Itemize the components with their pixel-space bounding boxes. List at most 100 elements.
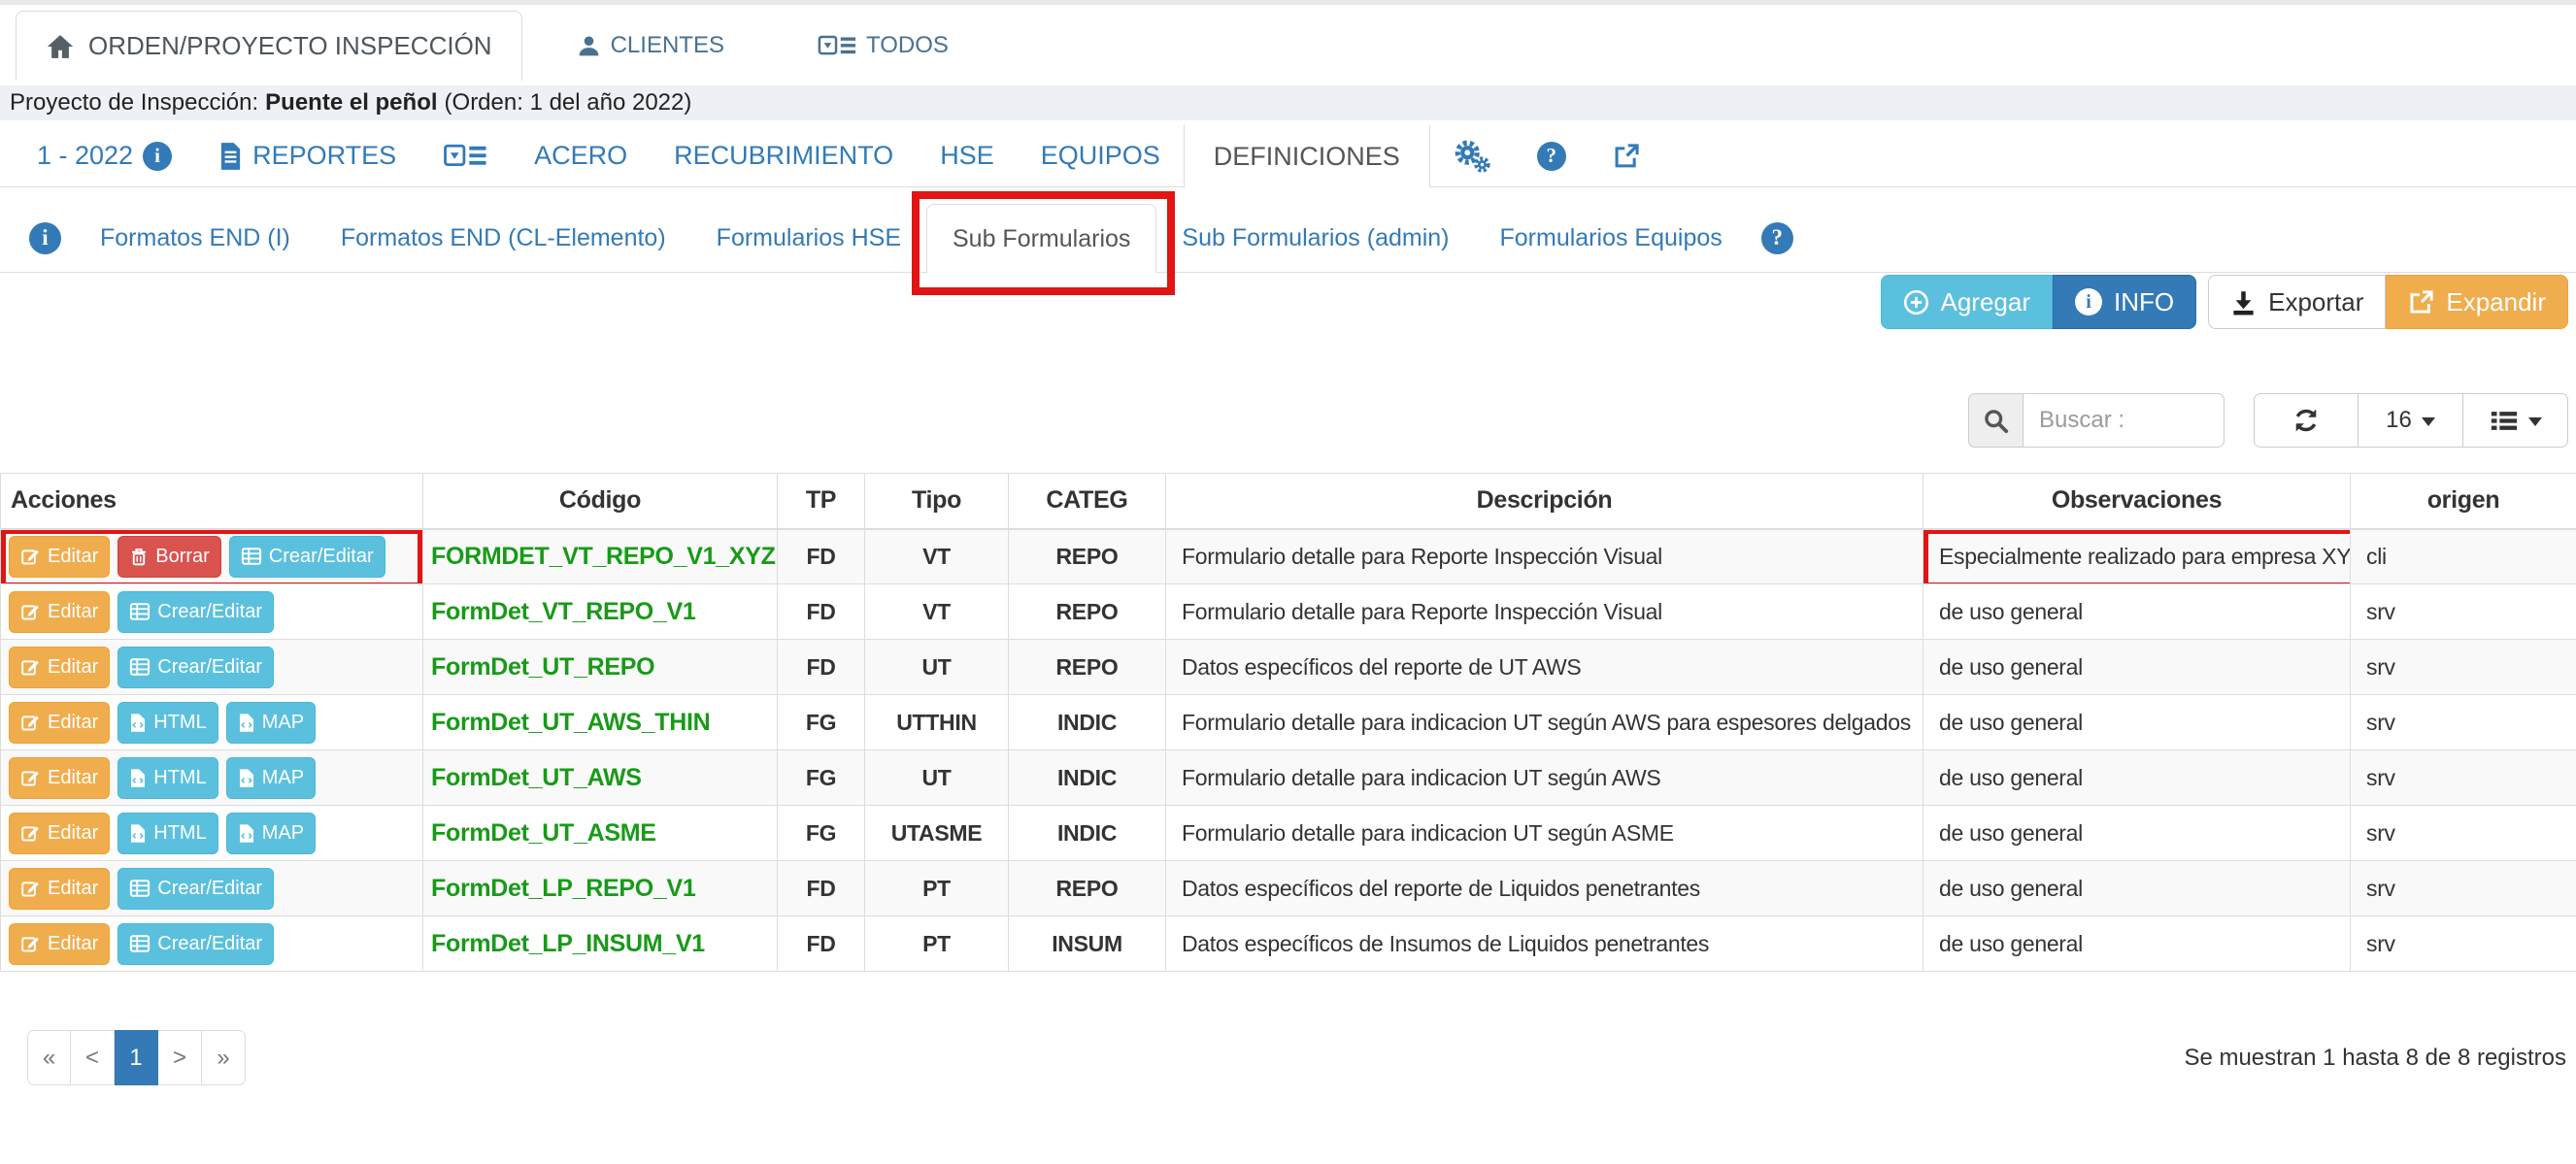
cell-categ: INDIC <box>1009 750 1166 806</box>
cell-tipo: VT <box>865 529 1009 584</box>
nav-external[interactable] <box>1589 125 1663 186</box>
editar-button[interactable]: Editar <box>9 757 110 799</box>
cell-tipo: UTASME <box>865 806 1009 861</box>
page-first-button[interactable]: « <box>27 1030 71 1085</box>
cell-origen: srv <box>2351 916 2576 972</box>
col-header-categ[interactable]: CATEG <box>1009 474 1166 529</box>
nav-acero-label: ACERO <box>534 141 627 171</box>
cell-observaciones: Especialmente realizado para empresa XYZ <box>1924 529 2351 584</box>
cell-origen: srv <box>2351 695 2576 750</box>
editar-button[interactable]: Editar <box>9 868 110 910</box>
cell-categ: INSUM <box>1009 916 1166 972</box>
nav-recubrimiento[interactable]: RECUBRIMIENTO <box>651 125 917 186</box>
app-tab-bar: ORDEN/PROYECTO INSPECCIÓN CLIENTES TODOS <box>0 5 2576 81</box>
editar-button[interactable]: Editar <box>9 591 110 633</box>
question-circle-icon[interactable]: ? <box>1761 222 1793 254</box>
agregar-button[interactable]: Agregar <box>1881 275 2054 329</box>
cell-tipo: UT <box>865 750 1009 806</box>
subnav-formularios-equipos[interactable]: Formularios Equipos <box>1475 224 1748 252</box>
refresh-button[interactable] <box>2254 393 2359 448</box>
info-circle-icon[interactable]: i <box>29 222 61 254</box>
col-header-acciones[interactable]: Acciones <box>1 474 423 529</box>
cell-categ: REPO <box>1009 861 1166 916</box>
cell-descripcion: Datos específicos del reporte de Liquido… <box>1166 861 1924 916</box>
search-input[interactable] <box>2023 393 2225 448</box>
nav-checklist[interactable] <box>419 125 511 186</box>
table-row: EditarHTMLMAP FormDet_UT_AWS FG UT INDIC… <box>1 750 2576 806</box>
nav-recubrimiento-label: RECUBRIMIENTO <box>674 141 893 171</box>
cell-observaciones: de uso general <box>1924 584 2351 640</box>
tab-todos-label: TODOS <box>866 32 949 59</box>
cell-tipo: PT <box>865 916 1009 972</box>
nav-settings[interactable] <box>1430 125 1514 186</box>
info-label: INFO <box>2114 287 2174 317</box>
nav-definiciones[interactable]: DEFINICIONES <box>1184 125 1430 187</box>
cell-tipo: UT <box>865 640 1009 695</box>
subnav-formularios-hse[interactable]: Formularios HSE <box>691 224 926 252</box>
tab-todos[interactable]: TODOS <box>818 32 949 59</box>
crear-editar-button[interactable]: Crear/Editar <box>117 591 274 633</box>
col-header-observaciones[interactable]: Observaciones <box>1924 474 2351 529</box>
cell-descripcion: Formulario detalle para indicacion UT se… <box>1166 695 1924 750</box>
nav-order-year[interactable]: 1 - 2022 i <box>14 125 195 186</box>
borrar-button[interactable]: Borrar <box>117 536 221 578</box>
col-header-tp[interactable]: TP <box>778 474 865 529</box>
editar-button[interactable]: Editar <box>9 702 110 744</box>
expandir-button[interactable]: Expandir <box>2386 275 2568 329</box>
columns-dropdown[interactable] <box>2463 393 2568 448</box>
exportar-label: Exportar <box>2268 287 2363 317</box>
subnav-sub-formularios[interactable]: Sub Formularios <box>926 204 1156 273</box>
tab-clientes[interactable]: CLIENTES <box>577 32 724 59</box>
nav-reportes[interactable]: REPORTES <box>195 125 419 186</box>
nav-acero[interactable]: ACERO <box>511 125 651 186</box>
page-size-dropdown[interactable]: 16 <box>2359 393 2463 448</box>
tab-orden-proyecto-inspeccion[interactable]: ORDEN/PROYECTO INSPECCIÓN <box>16 11 522 81</box>
subnav-sub-formularios-admin[interactable]: Sub Formularios (admin) <box>1156 224 1474 252</box>
nav-help[interactable]: ? <box>1514 125 1589 186</box>
cell-codigo: FormDet_VT_REPO_V1 <box>423 584 778 640</box>
info-button[interactable]: i INFO <box>2053 275 2196 329</box>
gears-icon <box>1454 139 1490 174</box>
table-row: EditarCrear/Editar FormDet_LP_INSUM_V1 F… <box>1 916 2576 972</box>
nav-order-year-label: 1 - 2022 <box>37 141 133 171</box>
cell-tp: FG <box>778 750 865 806</box>
col-header-codigo[interactable]: Código <box>423 474 778 529</box>
col-header-tipo[interactable]: Tipo <box>865 474 1009 529</box>
html-button[interactable]: HTML <box>117 813 217 854</box>
editar-button[interactable]: Editar <box>9 813 110 854</box>
info-circle-icon[interactable]: i <box>143 142 172 171</box>
cell-origen: srv <box>2351 861 2576 916</box>
crear-editar-button[interactable]: Crear/Editar <box>117 647 274 688</box>
page-next-button[interactable]: > <box>158 1030 202 1085</box>
table-header-row: Acciones Código TP Tipo CATEG Descripció… <box>1 474 2576 529</box>
cell-origen: srv <box>2351 750 2576 806</box>
subnav-formatos-end-cl[interactable]: Formatos END (CL-Elemento) <box>316 224 691 252</box>
editar-button[interactable]: Editar <box>9 923 110 965</box>
html-button[interactable]: HTML <box>117 757 217 799</box>
editar-button[interactable]: Editar <box>9 647 110 688</box>
cell-observaciones: de uso general <box>1924 750 2351 806</box>
crear-editar-button[interactable]: Crear/Editar <box>229 536 385 578</box>
cell-codigo: FormDet_UT_AWS <box>423 750 778 806</box>
crear-editar-button[interactable]: Crear/Editar <box>117 923 274 965</box>
nav-equipos[interactable]: EQUIPOS <box>1018 125 1184 186</box>
col-header-origen[interactable]: origen <box>2351 474 2576 529</box>
html-button[interactable]: HTML <box>117 702 217 744</box>
cell-codigo: FormDet_UT_AWS_THIN <box>423 695 778 750</box>
search-input-group <box>1968 393 2225 448</box>
page-prev-button[interactable]: < <box>71 1030 115 1085</box>
nav-hse[interactable]: HSE <box>917 125 1018 186</box>
col-header-descripcion[interactable]: Descripción <box>1166 474 1924 529</box>
subnav-formatos-end-i[interactable]: Formatos END (I) <box>75 224 316 252</box>
map-button[interactable]: MAP <box>226 702 316 744</box>
home-icon <box>46 32 75 61</box>
exportar-button[interactable]: Exportar <box>2208 275 2386 329</box>
cell-acciones: EditarCrear/Editar <box>1 640 423 695</box>
page-last-button[interactable]: » <box>202 1030 246 1085</box>
table-footer: « < 1 > » Se muestran 1 hasta 8 de 8 reg… <box>0 1030 2576 1085</box>
editar-button[interactable]: Editar <box>9 536 110 578</box>
page-1-button[interactable]: 1 <box>115 1030 158 1085</box>
map-button[interactable]: MAP <box>226 813 316 854</box>
map-button[interactable]: MAP <box>226 757 316 799</box>
crear-editar-button[interactable]: Crear/Editar <box>117 868 274 910</box>
